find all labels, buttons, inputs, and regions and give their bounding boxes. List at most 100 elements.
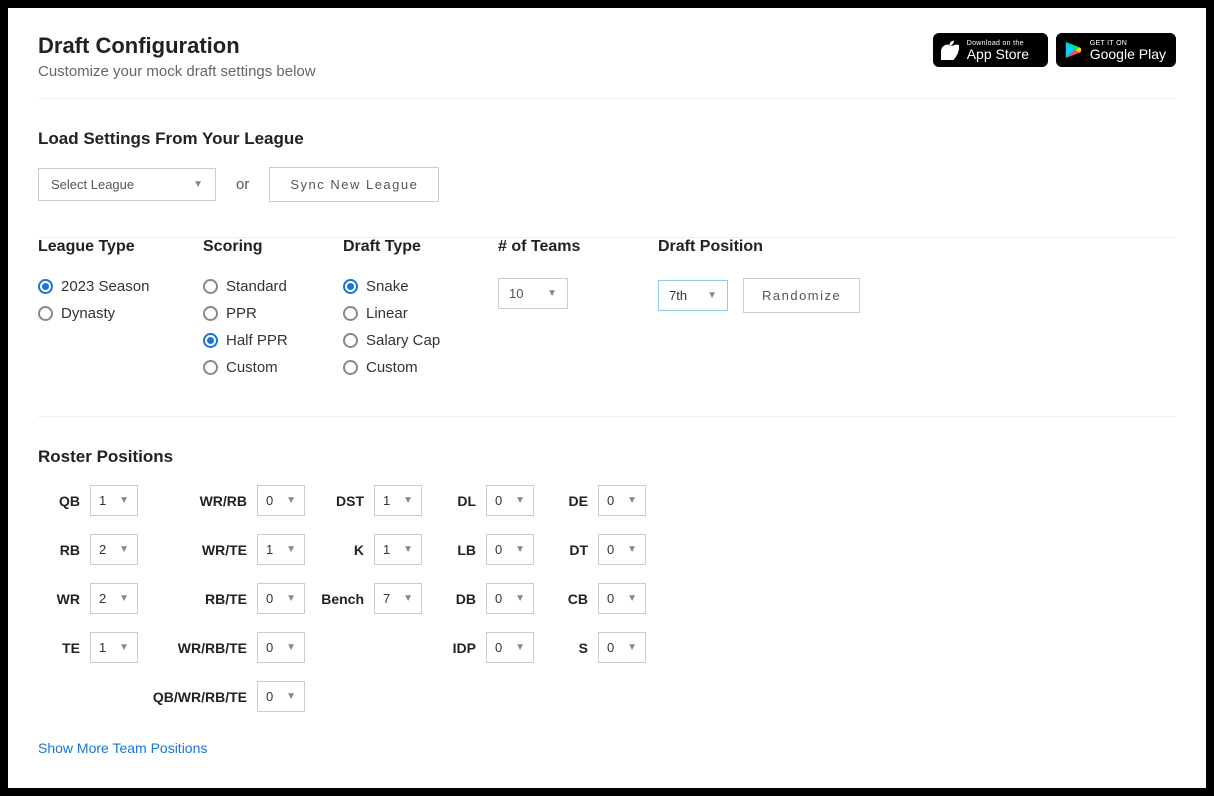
roster-column: DE0▼DT0▼CB0▼S0▼ bbox=[546, 485, 646, 712]
roster-select[interactable]: 2▼ bbox=[90, 534, 138, 565]
config-grid: League Type 2023 Season Dynasty Scoring S… bbox=[38, 238, 1176, 376]
roster-grid: QB1▼RB2▼WR2▼TE1▼WR/RB0▼WR/TE1▼RB/TE0▼WR/… bbox=[38, 485, 1176, 712]
chevron-down-icon: ▼ bbox=[403, 593, 413, 604]
roster-select[interactable]: 1▼ bbox=[90, 485, 138, 516]
roster-label: RB bbox=[60, 542, 80, 558]
league-type-heading: League Type bbox=[38, 238, 163, 256]
radio-option[interactable]: Custom bbox=[203, 359, 303, 376]
roster-select[interactable]: 0▼ bbox=[486, 485, 534, 516]
roster-label: CB bbox=[568, 591, 588, 607]
chevron-down-icon: ▼ bbox=[627, 642, 637, 653]
radio-option[interactable]: 2023 Season bbox=[38, 278, 163, 295]
roster-item: IDP0▼ bbox=[434, 632, 534, 663]
roster-value: 0 bbox=[607, 591, 614, 606]
scoring-heading: Scoring bbox=[203, 238, 303, 256]
roster-value: 0 bbox=[495, 591, 502, 606]
radio-option[interactable]: Half PPR bbox=[203, 332, 303, 349]
roster-select[interactable]: 0▼ bbox=[486, 632, 534, 663]
chevron-down-icon: ▼ bbox=[119, 593, 129, 604]
roster-select[interactable]: 0▼ bbox=[486, 534, 534, 565]
roster-select[interactable]: 2▼ bbox=[90, 583, 138, 614]
radio-icon bbox=[203, 333, 218, 348]
roster-item: K 1▼ bbox=[317, 534, 422, 565]
roster-value: 1 bbox=[383, 542, 390, 557]
roster-select[interactable]: 1▼ bbox=[374, 485, 422, 516]
chevron-down-icon: ▼ bbox=[119, 544, 129, 555]
chevron-down-icon: ▼ bbox=[515, 642, 525, 653]
roster-item: RB 2▼ bbox=[38, 534, 138, 565]
roster-label: DB bbox=[456, 591, 476, 607]
radio-option[interactable]: Standard bbox=[203, 278, 303, 295]
roster-item: DST1▼ bbox=[317, 485, 422, 516]
roster-select[interactable]: 0▼ bbox=[486, 583, 534, 614]
roster-item: LB0▼ bbox=[434, 534, 534, 565]
roster-value: 0 bbox=[266, 640, 273, 655]
roster-select[interactable]: 1▼ bbox=[257, 534, 305, 565]
roster-value: 0 bbox=[607, 640, 614, 655]
app-store-badge[interactable]: Download on the App Store bbox=[933, 33, 1048, 67]
roster-select[interactable]: 7▼ bbox=[374, 583, 422, 614]
roster-heading: Roster Positions bbox=[38, 447, 1176, 467]
roster-select[interactable]: 0▼ bbox=[598, 632, 646, 663]
draft-position-row: 7th ▼ Randomize bbox=[658, 278, 860, 313]
radio-icon bbox=[343, 306, 358, 321]
radio-icon bbox=[38, 279, 53, 294]
league-type-col: League Type 2023 Season Dynasty bbox=[38, 238, 163, 322]
roster-label: K bbox=[354, 542, 364, 558]
radio-option[interactable]: Salary Cap bbox=[343, 332, 458, 349]
roster-item: DL0▼ bbox=[434, 485, 534, 516]
load-row: Select League ▼ or Sync New League bbox=[38, 167, 1176, 202]
roster-value: 0 bbox=[607, 493, 614, 508]
sync-league-button[interactable]: Sync New League bbox=[269, 167, 439, 202]
roster-column: DL0▼LB0▼DB0▼IDP0▼ bbox=[434, 485, 534, 712]
num-teams-select[interactable]: 10 ▼ bbox=[498, 278, 568, 309]
draft-position-value: 7th bbox=[669, 288, 687, 303]
draft-position-select[interactable]: 7th ▼ bbox=[658, 280, 728, 311]
roster-item: WR2▼ bbox=[38, 583, 138, 614]
radio-icon bbox=[203, 306, 218, 321]
roster-value: 0 bbox=[266, 493, 273, 508]
roster-label: WR/TE bbox=[202, 542, 247, 558]
roster-item: S0▼ bbox=[546, 632, 646, 663]
google-play-badge[interactable]: GET IT ON Google Play bbox=[1056, 33, 1176, 67]
roster-select[interactable]: 0▼ bbox=[257, 681, 305, 712]
divider bbox=[38, 98, 1176, 99]
chevron-down-icon: ▼ bbox=[286, 495, 296, 506]
radio-label: Standard bbox=[226, 278, 287, 295]
league-select[interactable]: Select League ▼ bbox=[38, 168, 216, 201]
roster-label: WR/RB bbox=[200, 493, 247, 509]
roster-select[interactable]: 0▼ bbox=[598, 583, 646, 614]
radio-option[interactable]: Linear bbox=[343, 305, 458, 322]
roster-label: Bench bbox=[321, 591, 364, 607]
roster-item: Bench 7▼ bbox=[317, 583, 422, 614]
radio-icon bbox=[343, 279, 358, 294]
radio-option[interactable]: PPR bbox=[203, 305, 303, 322]
randomize-button[interactable]: Randomize bbox=[743, 278, 860, 313]
roster-value: 0 bbox=[607, 542, 614, 557]
roster-select[interactable]: 1▼ bbox=[90, 632, 138, 663]
radio-option[interactable]: Snake bbox=[343, 278, 458, 295]
roster-select[interactable]: 0▼ bbox=[257, 485, 305, 516]
google-play-icon bbox=[1064, 41, 1082, 59]
roster-select[interactable]: 0▼ bbox=[257, 632, 305, 663]
roster-select[interactable]: 0▼ bbox=[598, 534, 646, 565]
chevron-down-icon: ▼ bbox=[286, 593, 296, 604]
radio-icon bbox=[343, 360, 358, 375]
chevron-down-icon: ▼ bbox=[286, 691, 296, 702]
divider bbox=[38, 416, 1176, 417]
chevron-down-icon: ▼ bbox=[403, 495, 413, 506]
or-text: or bbox=[236, 176, 249, 193]
roster-item: QB/WR/RB/TE0▼ bbox=[150, 681, 305, 712]
radio-option[interactable]: Custom bbox=[343, 359, 458, 376]
roster-select[interactable]: 0▼ bbox=[598, 485, 646, 516]
draft-type-heading: Draft Type bbox=[343, 238, 458, 256]
radio-icon bbox=[38, 306, 53, 321]
roster-value: 1 bbox=[99, 640, 106, 655]
roster-select[interactable]: 0▼ bbox=[257, 583, 305, 614]
roster-column: DST1▼K1▼Bench7▼ bbox=[317, 485, 422, 712]
radio-option[interactable]: Dynasty bbox=[38, 305, 163, 322]
radio-label: Linear bbox=[366, 305, 408, 322]
radio-label: Custom bbox=[226, 359, 278, 376]
roster-select[interactable]: 1▼ bbox=[374, 534, 422, 565]
show-more-link[interactable]: Show More Team Positions bbox=[38, 740, 207, 756]
